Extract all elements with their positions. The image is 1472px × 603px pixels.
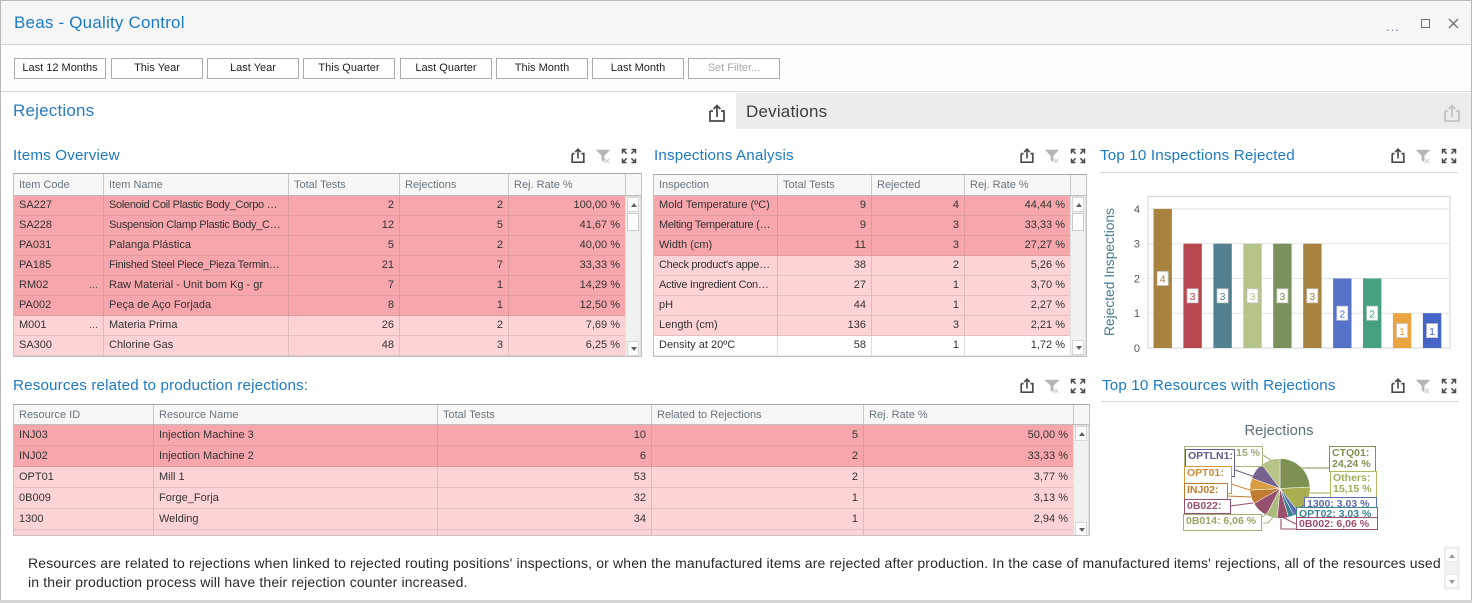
svg-text:Rejected Inspections: Rejected Inspections bbox=[1102, 208, 1117, 336]
svg-text:Rejections: Rejections bbox=[1244, 423, 1313, 439]
svg-text:4: 4 bbox=[1134, 204, 1140, 216]
svg-text:3: 3 bbox=[1134, 239, 1140, 251]
svg-text:3: 3 bbox=[1190, 291, 1196, 303]
svg-text:3: 3 bbox=[1250, 291, 1256, 303]
svg-text:3: 3 bbox=[1220, 291, 1226, 303]
svg-text:0: 0 bbox=[1134, 343, 1140, 355]
svg-text:2: 2 bbox=[1339, 308, 1345, 320]
svg-text:2: 2 bbox=[1369, 308, 1375, 320]
svg-text:2: 2 bbox=[1134, 274, 1140, 286]
svg-text:4: 4 bbox=[1160, 274, 1166, 286]
svg-text:1: 1 bbox=[1399, 326, 1405, 338]
svg-text:1: 1 bbox=[1134, 308, 1140, 320]
svg-text:1: 1 bbox=[1429, 326, 1435, 338]
svg-text:3: 3 bbox=[1279, 291, 1285, 303]
svg-text:3: 3 bbox=[1309, 291, 1315, 303]
